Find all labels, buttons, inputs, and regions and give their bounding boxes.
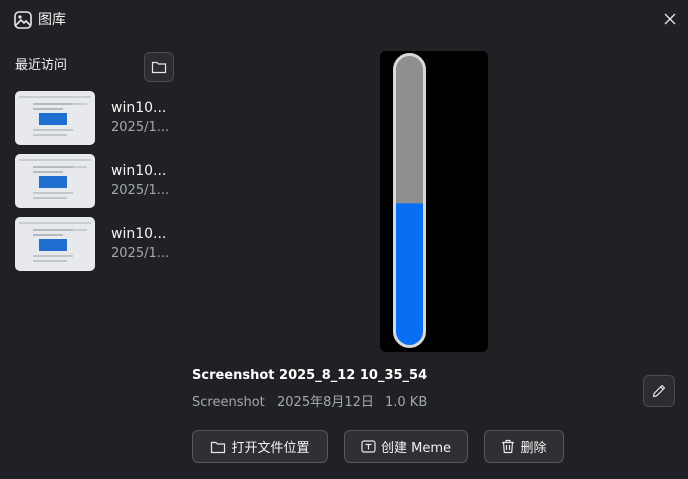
rename-button[interactable] [643, 375, 675, 407]
gallery-app-icon [14, 11, 32, 29]
file-date: 2025年8月12日 [277, 395, 374, 410]
image-preview [380, 51, 488, 352]
recent-item[interactable]: win10... 2025/1... [15, 91, 185, 145]
gauge-fill [394, 203, 425, 347]
recent-item-date: 2025/1... [111, 183, 170, 198]
file-size: 1.0 KB [385, 395, 428, 410]
recent-item-date: 2025/1... [111, 120, 170, 135]
recent-item-date: 2025/1... [111, 246, 170, 261]
recent-item-name: win10... [111, 163, 167, 179]
recent-item-name: win10... [111, 100, 167, 116]
recent-item[interactable]: win10... 2025/1... [15, 217, 185, 271]
folder-icon [211, 441, 226, 453]
create-meme-label: 创建 Meme [380, 441, 451, 456]
file-folder: Screenshot [192, 395, 265, 410]
recent-item-thumbnail [15, 217, 95, 271]
close-button[interactable] [656, 6, 684, 32]
recent-section-title: 最近访问 [15, 58, 68, 73]
delete-button[interactable]: 删除 [484, 430, 564, 463]
open-folder-button[interactable] [144, 52, 174, 82]
close-icon [664, 13, 676, 25]
open-file-location-label: 打开文件位置 [231, 441, 310, 456]
trash-icon [502, 439, 515, 454]
recent-item[interactable]: win10... 2025/1... [15, 154, 185, 208]
create-meme-button[interactable]: 创建 Meme [344, 430, 468, 463]
preview-level-gauge [393, 53, 426, 348]
recent-item-thumbnail [15, 91, 95, 145]
folder-icon [151, 61, 167, 74]
recent-item-thumbnail [15, 154, 95, 208]
meme-text-icon [361, 440, 376, 453]
window-title: 图库 [38, 12, 66, 28]
title-bar: 图库 [0, 0, 688, 40]
recent-item-name: win10... [111, 226, 167, 242]
open-file-location-button[interactable]: 打开文件位置 [192, 430, 328, 463]
delete-label: 删除 [520, 441, 547, 456]
recent-list: win10... 2025/1... win10... 2025/1... wi… [15, 91, 185, 280]
file-name: Screenshot 2025_8_12 10_35_54 [192, 368, 428, 383]
pencil-icon [652, 384, 666, 398]
